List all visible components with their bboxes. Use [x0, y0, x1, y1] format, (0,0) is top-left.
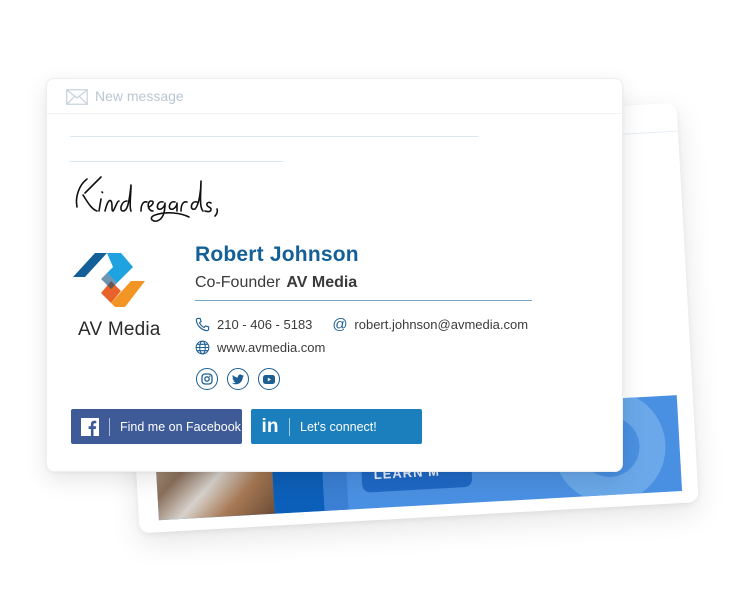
twitter-link[interactable]: [227, 368, 249, 390]
phone-icon: [195, 317, 210, 332]
twitter-icon: [232, 374, 244, 384]
facebook-button[interactable]: Find me on Facebook: [71, 409, 242, 444]
linkedin-icon: in: [261, 415, 279, 437]
subject-field[interactable]: [70, 161, 283, 162]
email-link[interactable]: robert.johnson@avmedia.com: [354, 317, 528, 332]
youtube-icon: [263, 374, 275, 384]
instagram-link[interactable]: [196, 368, 218, 390]
compose-header: New message: [47, 79, 622, 114]
signature-divider: [195, 300, 532, 301]
compose-title: New message: [95, 88, 184, 104]
facebook-icon: [71, 417, 109, 436]
phone-number[interactable]: 210 - 406 - 5183: [217, 317, 312, 332]
signature-name: Robert Johnson: [195, 243, 359, 266]
envelope-icon: [66, 89, 88, 105]
linkedin-button[interactable]: in Let's connect!: [251, 409, 422, 444]
at-icon: @: [332, 316, 348, 333]
button-separator: [289, 417, 290, 436]
linkedin-button-label: Let's connect!: [300, 419, 377, 434]
av-media-logo-icon: [73, 253, 145, 307]
globe-icon: [195, 340, 210, 355]
company-name: AV Media: [286, 274, 358, 291]
company-logo-text: AV Media: [78, 319, 161, 340]
website-link[interactable]: www.avmedia.com: [217, 340, 325, 355]
to-field[interactable]: [70, 136, 478, 137]
youtube-link[interactable]: [258, 368, 280, 390]
button-separator: [109, 417, 110, 436]
signature-title-line: Co-Founder AV Media: [195, 274, 357, 292]
instagram-icon: [201, 373, 213, 385]
contact-row-phone-email: 210 - 406 - 5183 @ robert.johnson@avmedi…: [195, 317, 528, 332]
facebook-button-label: Find me on Facebook: [120, 419, 241, 434]
handwritten-signoff: Kind regards,: [75, 176, 219, 222]
job-title: Co-Founder: [195, 274, 281, 291]
compose-window: New message Kind regards, AV Media Rober…: [46, 78, 623, 472]
email-group: @ robert.johnson@avmedia.com: [332, 317, 528, 332]
contact-row-website: www.avmedia.com: [195, 340, 325, 355]
social-icons: [196, 368, 280, 390]
